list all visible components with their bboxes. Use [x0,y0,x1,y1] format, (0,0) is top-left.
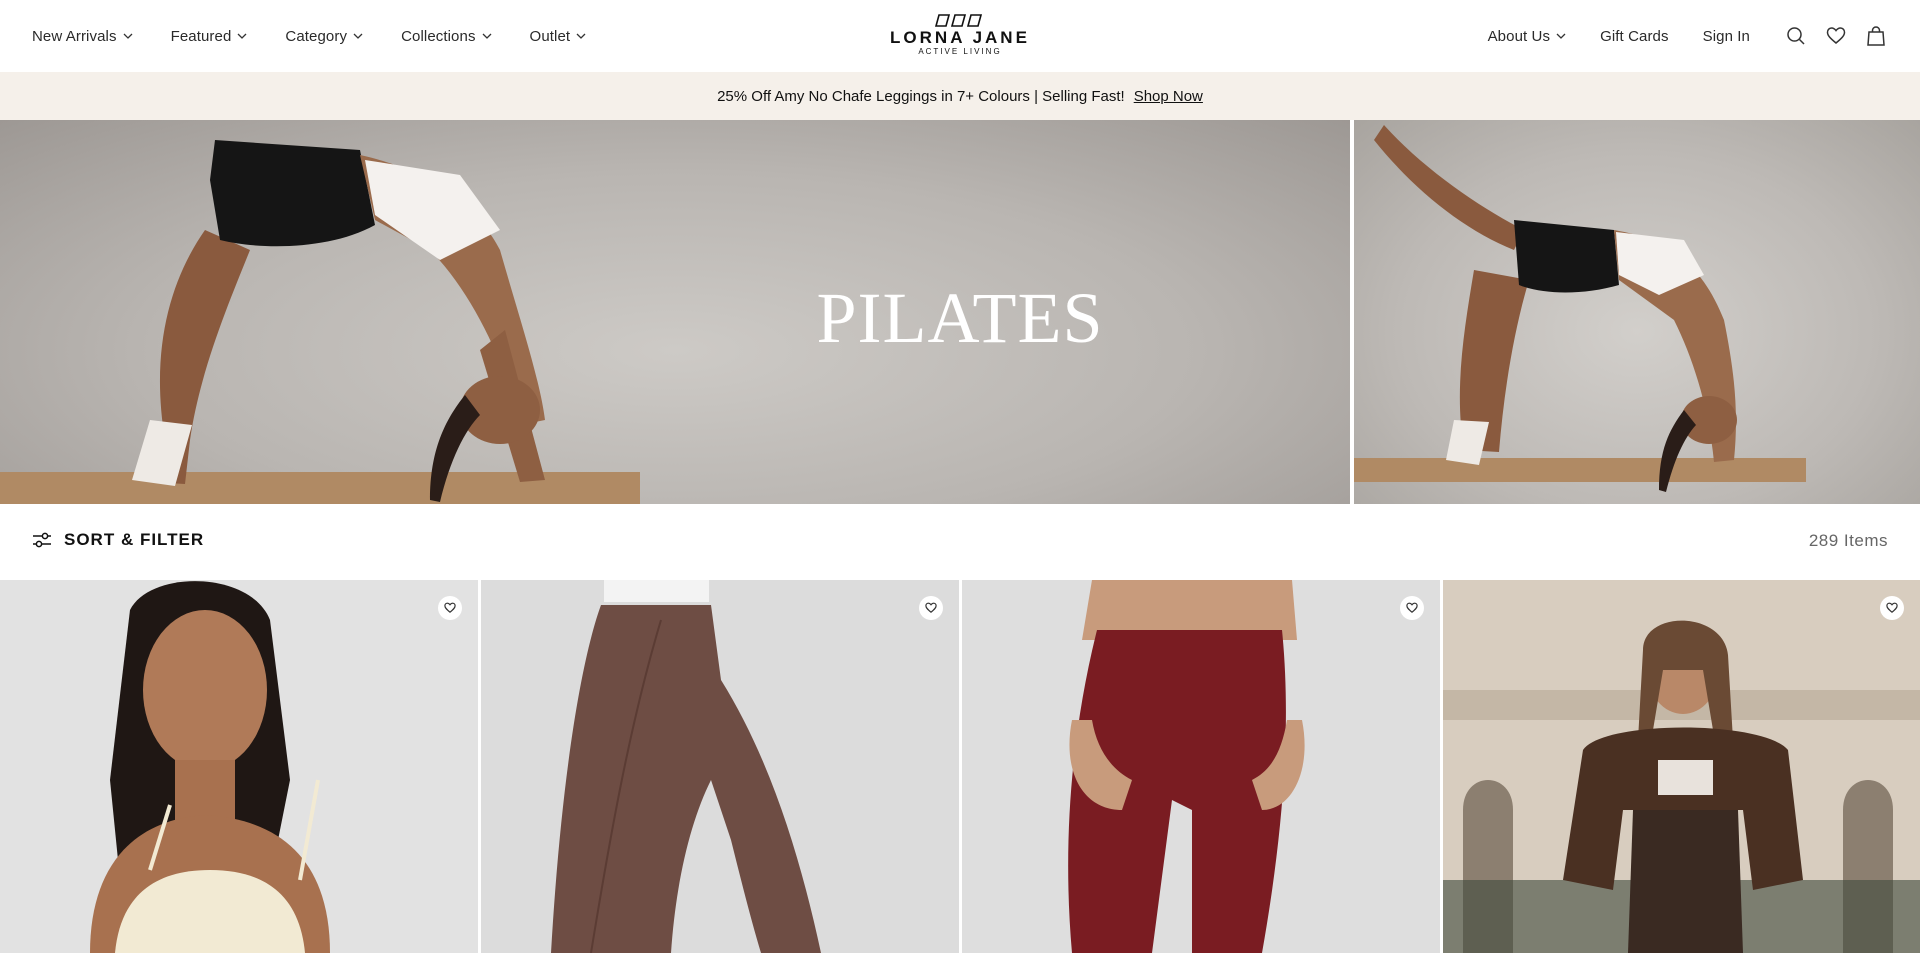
nav-sign-in[interactable]: Sign In [1703,28,1750,45]
promo-banner: 25% Off Amy No Chafe Leggings in 7+ Colo… [0,72,1920,120]
wishlist-toggle[interactable] [1880,596,1904,620]
nav-outlet[interactable]: Outlet [530,28,587,45]
nav-new-arrivals[interactable]: New Arrivals [32,28,133,45]
sliders-icon [33,532,51,548]
brand-logo[interactable]: LORNA JANE ACTIVE LIVING [884,14,1036,56]
sort-filter-button[interactable]: SORT & FILTER [32,530,204,550]
chevron-down-icon [1556,33,1566,39]
nav-label: Collections [401,27,476,45]
secondary-nav: About Us Gift Cards Sign In [1488,0,1888,72]
wishlist-button[interactable] [1824,24,1848,48]
listing-toolbar: SORT & FILTER 289 Items [0,504,1920,580]
chevron-down-icon [123,33,133,39]
sort-filter-label: SORT & FILTER [64,530,205,549]
wishlist-toggle[interactable] [1400,596,1424,620]
site-header: New Arrivals Featured Category Collectio… [0,0,1920,72]
chevron-down-icon [353,33,363,39]
hero-image-secondary [1354,120,1920,504]
nav-gift-cards[interactable]: Gift Cards [1600,28,1669,45]
nav-about-us[interactable]: About Us [1488,28,1567,45]
chevron-down-icon [237,33,247,39]
promo-text: 25% Off Amy No Chafe Leggings in 7+ Colo… [717,87,1125,105]
chevron-down-icon [482,33,492,39]
search-icon [1787,27,1805,45]
nav-category[interactable]: Category [285,28,363,45]
search-button[interactable] [1784,24,1808,48]
hero-figure-illustration [1354,125,1806,492]
hero-banner: PILATES [0,120,1920,504]
logo-brand-text: LORNA JANE [890,28,1030,47]
product-card[interactable] [1443,580,1920,953]
product-card[interactable] [481,580,959,953]
nav-label: Sign In [1702,27,1750,45]
heart-icon [925,602,937,613]
product-image [1068,580,1305,953]
nav-label: Featured [170,27,232,45]
bag-icon [1867,26,1885,46]
heart-icon [1826,27,1846,44]
nav-label: About Us [1487,27,1551,45]
product-image [1443,580,1920,953]
nav-label: New Arrivals [32,27,117,45]
wishlist-toggle[interactable] [438,596,462,620]
heart-icon [1406,602,1418,613]
product-image [551,580,821,953]
nav-label: Gift Cards [1600,27,1669,45]
promo-shop-now-link[interactable]: Shop Now [1134,88,1203,105]
hero-title: PILATES [816,278,1104,358]
item-count: 289 Items [1808,531,1888,550]
nav-collections[interactable]: Collections [401,27,492,45]
logo-mark-icon [935,14,983,27]
primary-nav: New Arrivals Featured Category Collectio… [32,0,624,72]
nav-featured[interactable]: Featured [171,28,248,45]
cart-button[interactable] [1864,24,1888,48]
product-image [90,581,330,953]
wishlist-toggle[interactable] [919,596,943,620]
product-grid [0,580,1920,953]
chevron-down-icon [576,33,586,39]
heart-icon [444,602,456,613]
nav-label: Category [285,27,348,45]
logo-tagline: ACTIVE LIVING [918,47,1002,56]
heart-icon [1886,602,1898,613]
product-card[interactable] [962,580,1440,953]
nav-label: Outlet [529,27,571,45]
product-card[interactable] [0,580,478,953]
